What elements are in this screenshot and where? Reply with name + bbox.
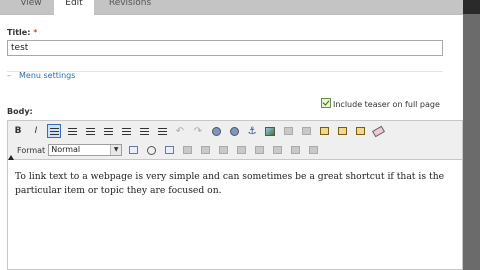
align-right-icon <box>85 127 95 135</box>
split-cell-button[interactable] <box>180 143 194 157</box>
undo-icon: ↶ <box>175 125 185 137</box>
align-left-button[interactable] <box>47 124 61 138</box>
format-select-value: Normal <box>51 145 81 154</box>
align-right-button[interactable] <box>83 124 97 138</box>
outdent-icon <box>139 127 149 135</box>
unlink-button[interactable] <box>227 124 241 138</box>
format-label: Format <box>17 145 46 155</box>
table-props-icon <box>308 146 318 154</box>
indent-button[interactable] <box>155 124 169 138</box>
body-content[interactable]: To link text to a webpage is very simple… <box>15 170 445 198</box>
insert-row-before-icon <box>200 146 210 154</box>
horizontal-rule-icon <box>164 146 174 154</box>
format-select[interactable]: Normal ▼ <box>48 144 123 156</box>
numbered-list-icon <box>121 127 131 135</box>
tab-revisions[interactable]: Revisions <box>100 0 160 14</box>
table-props-button[interactable] <box>306 143 320 157</box>
toolbar-row-1: B I ↶ ↷ ⚓ <box>11 123 389 139</box>
insert-row-after-button[interactable] <box>216 143 230 157</box>
paste-icon <box>319 127 329 135</box>
merge-cells-button[interactable] <box>288 143 302 157</box>
toolbar-row-2: Format Normal ▼ <box>11 142 324 158</box>
merge-cells-icon <box>290 146 300 154</box>
tab-view[interactable]: View <box>10 0 52 14</box>
align-center-icon <box>67 127 77 135</box>
menu-settings-toggle[interactable]: – Menu settings <box>7 71 75 80</box>
bulleted-list-button[interactable] <box>101 124 115 138</box>
insert-col-before-icon <box>254 146 264 154</box>
teaser-checkbox[interactable] <box>321 98 331 108</box>
indent-icon <box>157 127 167 135</box>
redo-button[interactable]: ↷ <box>191 124 205 138</box>
image-button[interactable] <box>263 124 277 138</box>
node-edit-panel: View Edit Revisions Title: * test – Menu … <box>0 0 463 270</box>
cut-icon <box>283 127 293 135</box>
outdent-button[interactable] <box>137 124 151 138</box>
editor-toolbar: B I ↶ ↷ ⚓ Format Normal ▼ <box>7 120 463 160</box>
tab-edit[interactable]: Edit <box>54 0 94 15</box>
copy-button[interactable] <box>299 124 313 138</box>
remove-format-button[interactable] <box>371 124 385 138</box>
anchor-button[interactable]: ⚓ <box>245 124 259 138</box>
table-icon <box>128 146 138 154</box>
unlink-icon <box>229 126 239 136</box>
insert-row-after-icon <box>218 146 228 154</box>
link-icon <box>211 126 221 136</box>
redo-icon: ↷ <box>193 125 203 137</box>
menu-settings-link[interactable]: Menu settings <box>19 71 75 80</box>
copy-icon <box>301 127 311 135</box>
scrollbar-gutter <box>463 0 480 270</box>
align-left-icon <box>49 127 59 135</box>
title-input[interactable]: test <box>7 40 443 56</box>
link-button[interactable] <box>209 124 223 138</box>
insert-col-after-icon <box>272 146 282 154</box>
flash-icon <box>146 145 156 155</box>
table-button[interactable] <box>126 143 140 157</box>
insert-col-before-button[interactable] <box>252 143 266 157</box>
italic-icon: I <box>34 126 38 136</box>
flash-button[interactable] <box>144 143 158 157</box>
teaser-option[interactable]: Include teaser on full page <box>321 98 440 109</box>
italic-button[interactable]: I <box>29 124 43 138</box>
paste-word-button[interactable] <box>353 124 367 138</box>
delete-row-icon <box>236 146 246 154</box>
bold-button[interactable]: B <box>11 124 25 138</box>
insert-row-before-button[interactable] <box>198 143 212 157</box>
image-icon <box>265 126 275 136</box>
title-label: Title: * <box>7 28 37 37</box>
paste-text-button[interactable] <box>335 124 349 138</box>
delete-row-button[interactable] <box>234 143 248 157</box>
split-cell-icon <box>182 146 192 154</box>
cut-button[interactable] <box>281 124 295 138</box>
paste-word-icon <box>355 127 365 135</box>
horizontal-rule-button[interactable] <box>162 143 176 157</box>
body-label: Body: <box>7 107 33 116</box>
scrollbar-top <box>463 0 480 14</box>
align-center-button[interactable] <box>65 124 79 138</box>
tab-bar: View Edit Revisions <box>0 0 463 15</box>
paste-button[interactable] <box>317 124 331 138</box>
eraser-icon <box>371 125 385 137</box>
anchor-icon: ⚓ <box>247 125 257 137</box>
bold-icon: B <box>14 126 22 136</box>
bulleted-list-icon <box>103 127 113 135</box>
title-label-text: Title: <box>7 28 31 37</box>
chevron-down-icon: ▼ <box>110 145 122 155</box>
teaser-label: Include teaser on full page <box>333 100 440 109</box>
required-marker: * <box>33 28 38 37</box>
numbered-list-button[interactable] <box>119 124 133 138</box>
paste-text-icon <box>337 127 347 135</box>
undo-button[interactable]: ↶ <box>173 124 187 138</box>
insert-col-after-button[interactable] <box>270 143 284 157</box>
collapse-icon: – <box>7 71 11 80</box>
